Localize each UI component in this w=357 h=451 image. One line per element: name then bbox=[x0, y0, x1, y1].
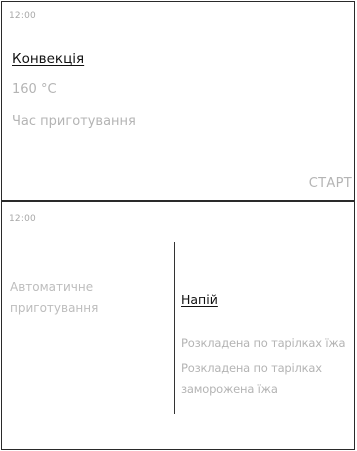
auto-cook-screen: 12:00 Автоматичне приготування Напій Роз… bbox=[1, 201, 355, 450]
clock-display: 12:00 bbox=[9, 214, 36, 224]
program-item-plated-food[interactable]: Розкладена по тарілках їжа bbox=[181, 336, 346, 350]
start-button[interactable]: СТАРТ bbox=[309, 176, 352, 191]
menu-divider bbox=[174, 242, 175, 414]
temperature-setting[interactable]: 160 °C bbox=[12, 82, 57, 97]
program-item-drink[interactable]: Напій bbox=[181, 292, 218, 307]
cooking-mode-name[interactable]: Конвекція bbox=[12, 51, 84, 67]
program-item-frozen-plated-food[interactable]: Розкладена по тарілках заморожена їжа bbox=[181, 358, 353, 400]
cooking-settings-screen: 12:00 Конвекція 160 °C Час приготування … bbox=[1, 1, 355, 201]
cook-time-setting[interactable]: Час приготування bbox=[12, 114, 136, 129]
auto-cook-category-label[interactable]: Автоматичне приготування bbox=[10, 277, 160, 319]
clock-display: 12:00 bbox=[9, 11, 36, 21]
